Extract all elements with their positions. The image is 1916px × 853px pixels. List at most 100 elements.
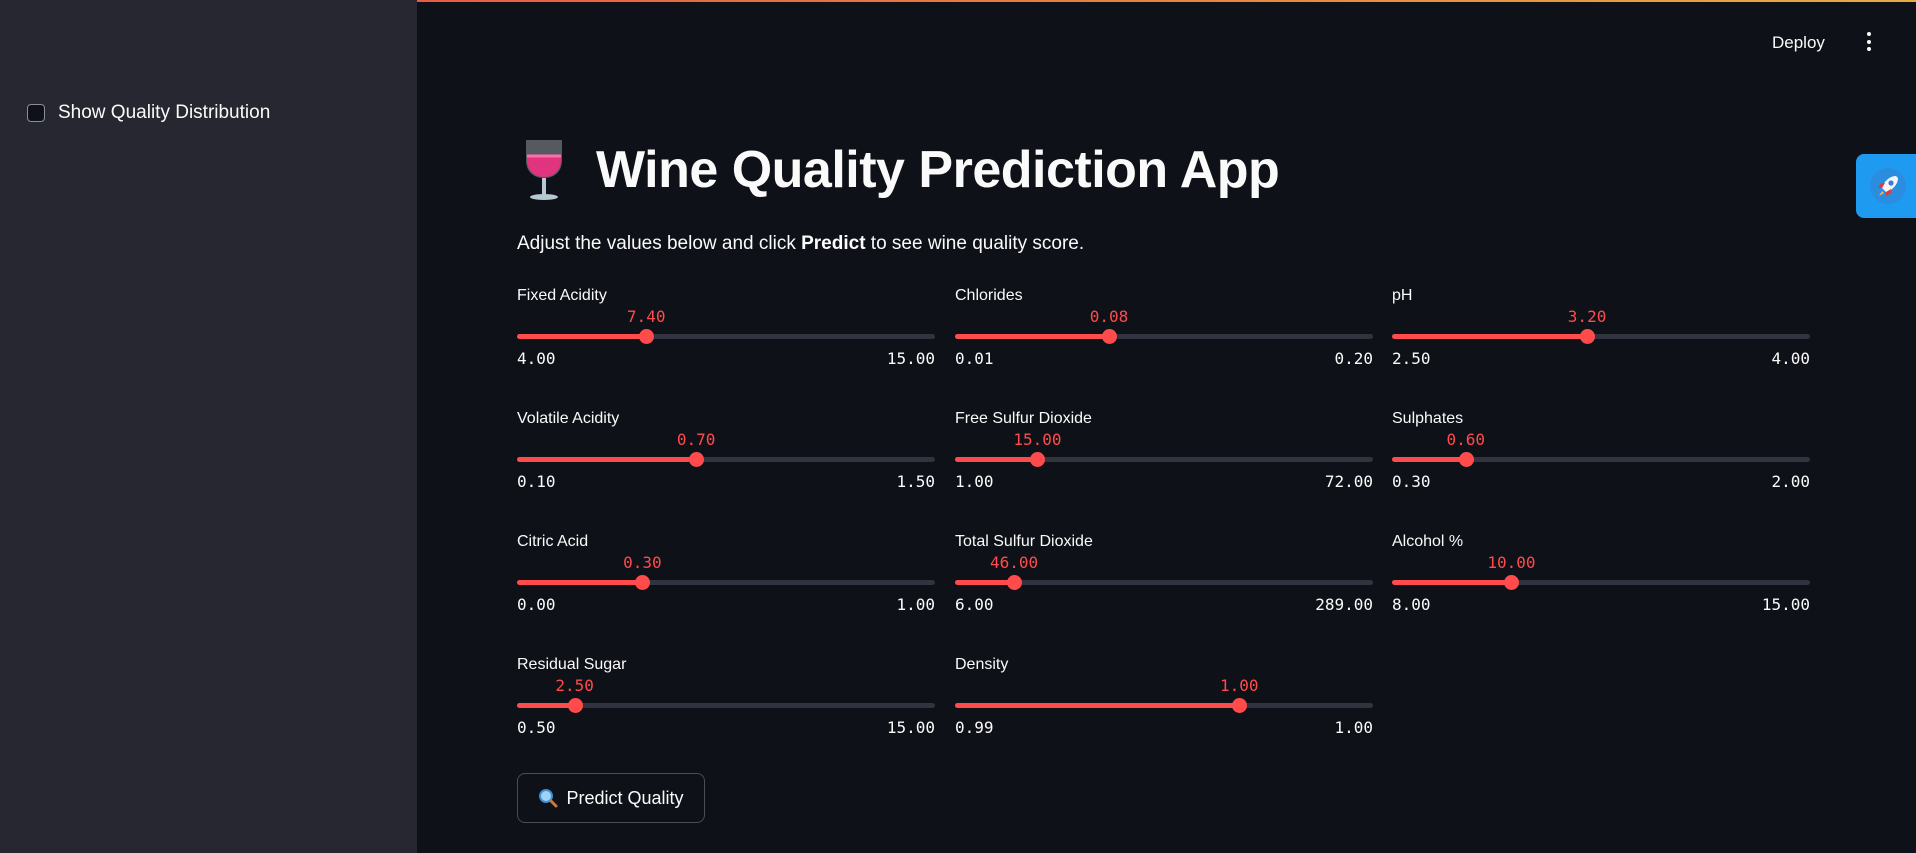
slider-min: 0.50 xyxy=(517,718,556,737)
slider-min: 1.00 xyxy=(955,472,994,491)
slider-thumb[interactable] xyxy=(1232,698,1248,713)
slider-fill xyxy=(517,703,575,708)
slider-label: pH xyxy=(1392,287,1413,304)
slider-max: 15.00 xyxy=(1761,595,1810,614)
wine-glass-icon xyxy=(526,140,562,200)
slider-max: 2.00 xyxy=(1771,472,1810,491)
slider-min: 0.10 xyxy=(517,472,556,491)
slider-value: 0.60 xyxy=(1446,430,1486,449)
slider-fill xyxy=(955,334,1109,339)
predict-quality-button[interactable]: Predict Quality xyxy=(517,773,705,823)
subtitle: Adjust the values below and click Predic… xyxy=(517,233,1084,255)
slider-thumb[interactable] xyxy=(1102,329,1117,344)
slider-fill xyxy=(1392,580,1512,585)
predict-button-label: Predict Quality xyxy=(566,787,684,808)
slider-min: 0.01 xyxy=(955,349,994,368)
slider-label: Volatile Acidity xyxy=(517,410,620,427)
page-title: Wine Quality Prediction App xyxy=(516,138,1280,202)
slider-chlorides[interactable]: Chlorides 0.08 0.01 0.20 xyxy=(955,287,1373,397)
slider-value: 0.70 xyxy=(676,430,716,449)
slider-value: 0.30 xyxy=(623,553,662,572)
show-quality-distribution-checkbox[interactable]: Show Quality Distribution xyxy=(27,102,270,124)
slider-value: 0.08 xyxy=(1089,307,1129,326)
slider-alcohol[interactable]: Alcohol % 10.00 8.00 15.00 xyxy=(1392,533,1810,643)
slider-sulphates[interactable]: Sulphates 0.60 0.30 2.00 xyxy=(1392,410,1810,520)
slider-max: 1.00 xyxy=(1334,718,1373,737)
slider-min: 4.00 xyxy=(517,349,556,368)
slider-max: 289.00 xyxy=(1315,595,1373,614)
slider-min: 8.00 xyxy=(1392,595,1431,614)
slider-volatile-acidity[interactable]: Volatile Acidity 0.70 0.10 1.50 xyxy=(517,410,935,520)
slider-free-sulfur-dioxide[interactable]: Free Sulfur Dioxide 15.00 1.00 72.00 xyxy=(955,410,1373,520)
slider-value: 46.00 xyxy=(989,553,1039,572)
slider-label: Chlorides xyxy=(955,287,1023,304)
subtitle-text-start: Adjust the values below and click xyxy=(517,233,802,254)
rocket-badge-button[interactable] xyxy=(1856,154,1916,218)
slider-total-sulfur-dioxide[interactable]: Total Sulfur Dioxide 46.00 6.00 289.00 xyxy=(955,533,1373,643)
slider-label: Free Sulfur Dioxide xyxy=(955,410,1092,427)
slider-fill xyxy=(517,580,643,585)
slider-residual-sugar[interactable]: Residual Sugar 2.50 0.50 15.00 xyxy=(517,656,935,766)
magnifier-icon xyxy=(539,789,558,808)
checkbox-label: Show Quality Distribution xyxy=(58,102,271,123)
slider-label: Residual Sugar xyxy=(517,656,627,673)
slider-min: 0.30 xyxy=(1392,472,1431,491)
slider-max: 15.00 xyxy=(886,718,935,737)
slider-min: 2.50 xyxy=(1392,349,1431,368)
rocket-icon xyxy=(1870,168,1906,204)
sidebar: Show Quality Distribution xyxy=(0,0,417,853)
slider-track[interactable] xyxy=(517,580,935,585)
slider-thumb[interactable] xyxy=(1580,329,1596,344)
slider-max: 0.20 xyxy=(1334,349,1373,368)
slider-track[interactable] xyxy=(955,457,1373,462)
slider-label: Fixed Acidity xyxy=(517,287,607,304)
slider-label: Alcohol % xyxy=(1392,533,1464,550)
subtitle-text-end: to see wine quality score. xyxy=(865,233,1085,254)
slider-fill xyxy=(517,457,697,462)
slider-fill xyxy=(955,457,1038,462)
slider-min: 0.99 xyxy=(955,718,994,737)
slider-min: 0.00 xyxy=(517,595,556,614)
deploy-button[interactable]: Deploy xyxy=(1772,30,1825,56)
slider-value: 3.20 xyxy=(1567,307,1607,326)
title-text: Wine Quality Prediction App xyxy=(596,141,1280,199)
slider-fill xyxy=(1392,457,1466,462)
slider-ph[interactable]: pH 3.20 2.50 4.00 xyxy=(1392,287,1810,397)
slider-track[interactable] xyxy=(955,703,1373,708)
slider-max: 4.00 xyxy=(1771,349,1810,368)
slider-thumb[interactable] xyxy=(1504,575,1520,590)
slider-fill xyxy=(517,334,647,339)
slider-label: Sulphates xyxy=(1392,410,1464,427)
slider-value: 7.40 xyxy=(626,307,666,326)
slider-track[interactable] xyxy=(955,334,1373,339)
checkbox-box[interactable] xyxy=(27,104,45,122)
slider-label: Citric Acid xyxy=(517,533,589,550)
slider-density[interactable]: Density 1.00 0.99 1.00 xyxy=(955,656,1373,766)
kebab-menu-icon[interactable] xyxy=(1860,32,1878,54)
slider-fixed-acidity[interactable]: Fixed Acidity 7.40 4.00 15.00 xyxy=(517,287,935,397)
slider-max: 72.00 xyxy=(1324,472,1373,491)
slider-thumb[interactable] xyxy=(689,452,705,467)
slider-max: 1.00 xyxy=(896,595,935,614)
slider-fill xyxy=(1392,334,1588,339)
slider-track[interactable] xyxy=(1392,457,1810,462)
slider-max: 15.00 xyxy=(886,349,935,368)
slider-value: 10.00 xyxy=(1487,553,1536,572)
slider-label: Density xyxy=(955,656,1009,673)
slider-thumb[interactable] xyxy=(1458,452,1474,467)
slider-track[interactable] xyxy=(1392,334,1810,339)
slider-citric-acid[interactable]: Citric Acid 0.30 0.00 1.00 xyxy=(517,533,935,643)
slider-fill xyxy=(955,580,1015,585)
slider-track[interactable] xyxy=(1392,580,1810,585)
slider-value: 1.00 xyxy=(1219,676,1259,695)
subtitle-bold-predict: Predict xyxy=(801,233,866,254)
slider-thumb[interactable] xyxy=(567,698,583,713)
slider-track[interactable] xyxy=(517,457,935,462)
slider-thumb[interactable] xyxy=(1030,452,1046,467)
slider-thumb[interactable] xyxy=(1007,575,1023,590)
slider-thumb[interactable] xyxy=(635,575,651,590)
slider-track[interactable] xyxy=(517,334,935,339)
slider-value: 15.00 xyxy=(1013,430,1062,449)
slider-min: 6.00 xyxy=(955,595,994,614)
slider-thumb[interactable] xyxy=(639,329,655,344)
